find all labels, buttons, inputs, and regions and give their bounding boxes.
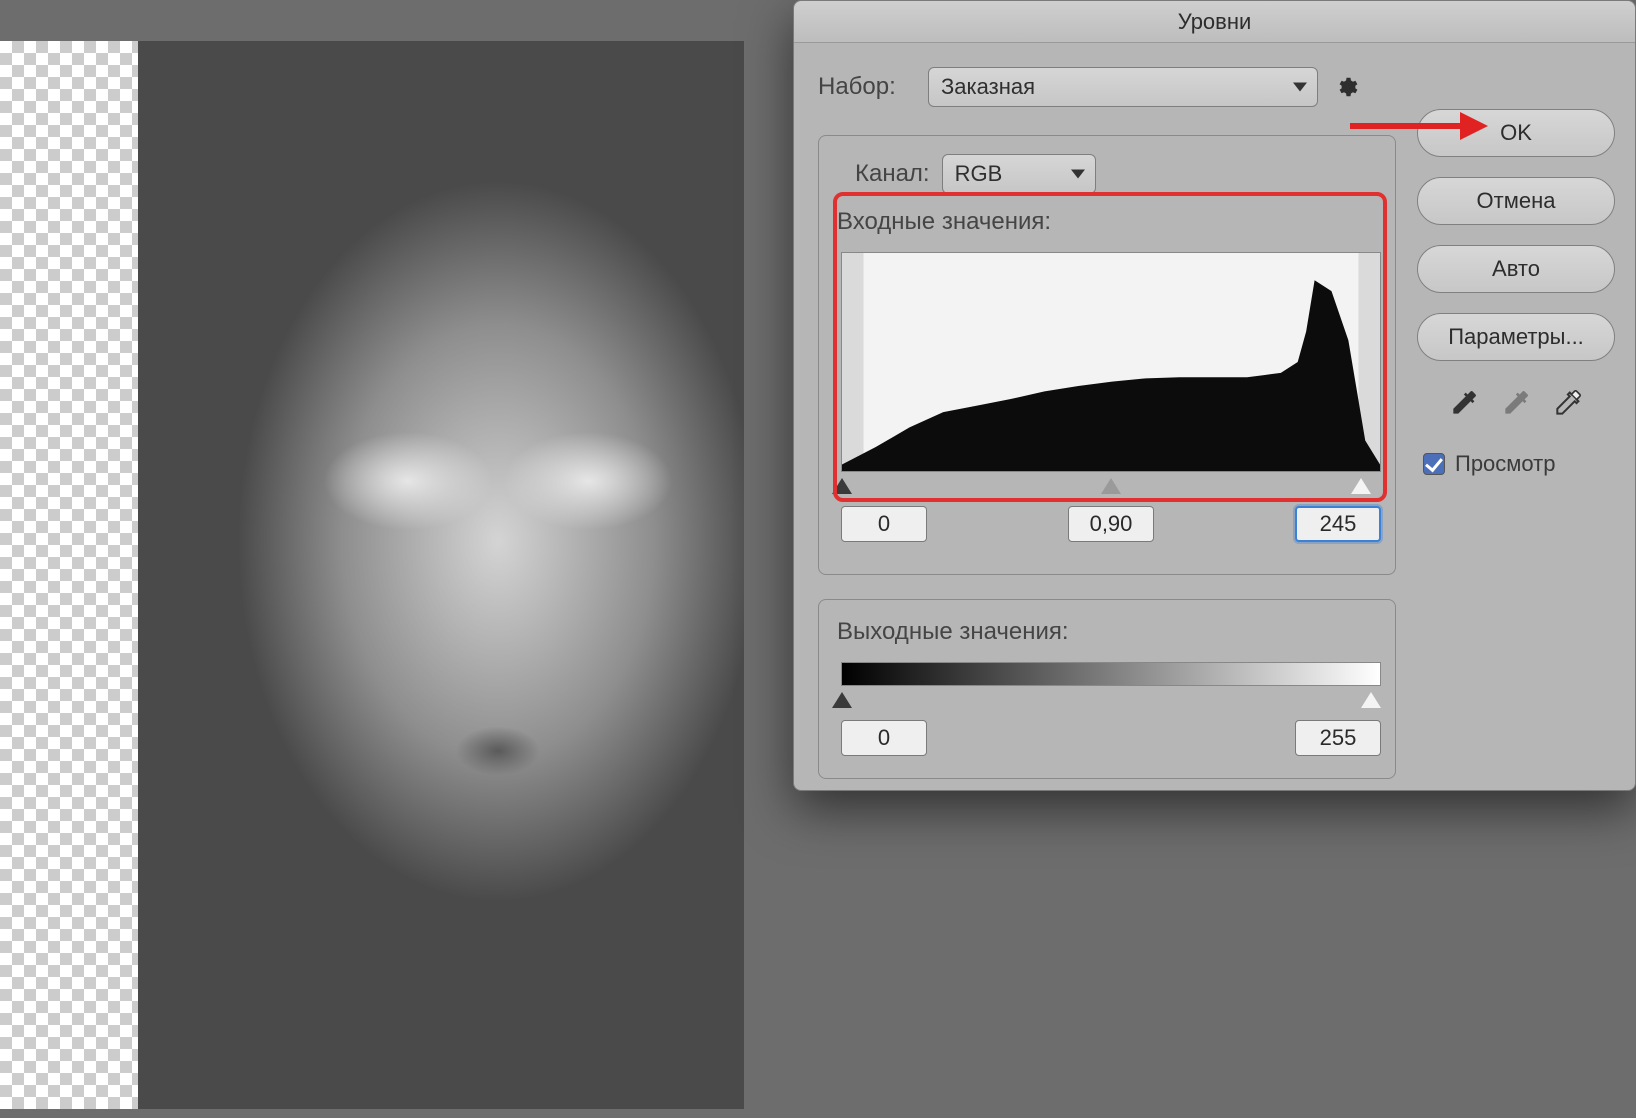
preview-checkbox[interactable] <box>1423 453 1445 475</box>
dialog-body: Набор: Заказная Канал: RGB Входные значе… <box>794 43 1635 790</box>
output-levels-label: Выходные значения: <box>837 618 1377 646</box>
preview-row: Просмотр <box>1417 451 1615 477</box>
preset-dropdown[interactable]: Заказная <box>928 67 1318 107</box>
cancel-button[interactable]: Отмена <box>1417 177 1615 225</box>
histogram-svg <box>842 253 1380 471</box>
output-white-slider[interactable] <box>1361 692 1381 708</box>
auto-button[interactable]: Авто <box>1417 245 1615 293</box>
output-slider-track[interactable] <box>841 692 1381 708</box>
eyedroppers-row <box>1417 387 1615 419</box>
input-values-row: 0 0,90 245 <box>841 506 1381 542</box>
channel-label: Канал: <box>855 160 930 188</box>
dialog-right-column: OK Отмена Авто Параметры... Просмотр <box>1417 109 1615 477</box>
document-image <box>138 41 744 1109</box>
dialog-title: Уровни <box>794 1 1635 43</box>
channel-value: RGB <box>955 161 1003 187</box>
levels-dialog: Уровни Набор: Заказная Канал: RGB Входны… <box>793 0 1636 791</box>
white-point-slider[interactable] <box>1351 478 1371 494</box>
channel-row: Канал: RGB <box>855 154 1377 194</box>
input-gamma-field[interactable]: 0,90 <box>1068 506 1154 542</box>
output-values-row: 0 255 <box>841 720 1381 756</box>
histogram <box>841 252 1381 472</box>
output-black-slider[interactable] <box>832 692 852 708</box>
input-black-field[interactable]: 0 <box>841 506 927 542</box>
chevron-down-icon <box>1293 83 1307 92</box>
preset-label: Набор: <box>818 73 912 101</box>
black-point-slider[interactable] <box>832 478 852 494</box>
ok-button[interactable]: OK <box>1417 109 1615 157</box>
input-levels-label: Входные значения: <box>837 208 1377 236</box>
gear-icon[interactable] <box>1334 75 1358 99</box>
output-group: Выходные значения: 0 255 <box>818 599 1396 779</box>
midtone-slider[interactable] <box>1101 478 1121 494</box>
input-slider-track[interactable] <box>841 478 1381 494</box>
output-white-field[interactable]: 255 <box>1295 720 1381 756</box>
output-gradient <box>841 662 1381 686</box>
preview-label: Просмотр <box>1455 451 1555 477</box>
input-group: Канал: RGB Входные значения: 0 0,90 <box>818 135 1396 575</box>
channel-dropdown[interactable]: RGB <box>942 154 1096 194</box>
eyedropper-black-icon[interactable] <box>1448 387 1480 419</box>
preset-value: Заказная <box>941 74 1035 100</box>
options-button[interactable]: Параметры... <box>1417 313 1615 361</box>
eyedropper-white-icon[interactable] <box>1552 387 1584 419</box>
output-black-field[interactable]: 0 <box>841 720 927 756</box>
chevron-down-icon <box>1071 170 1085 179</box>
eyedropper-gray-icon[interactable] <box>1500 387 1532 419</box>
preset-row: Набор: Заказная <box>818 67 1611 107</box>
input-white-field[interactable]: 245 <box>1295 506 1381 542</box>
canvas-area <box>0 41 744 1109</box>
